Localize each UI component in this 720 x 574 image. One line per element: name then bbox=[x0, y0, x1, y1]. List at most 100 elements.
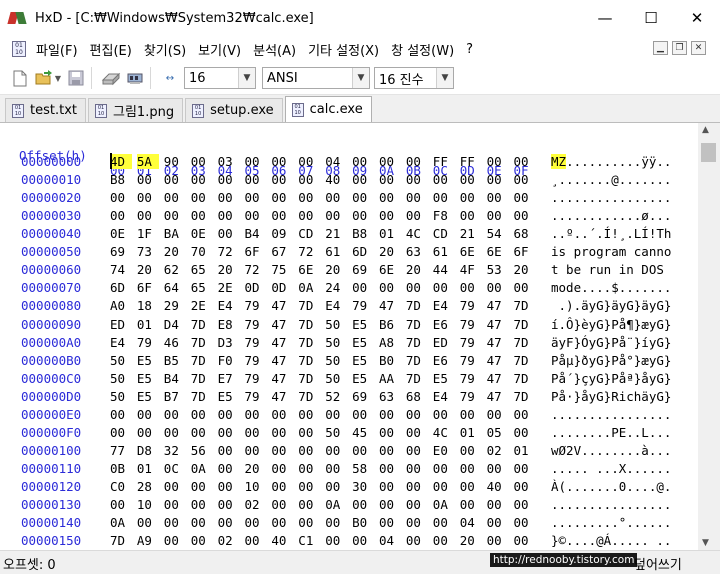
hex-byte[interactable]: 6F bbox=[514, 244, 536, 259]
hex-byte[interactable]: 00 bbox=[271, 479, 293, 494]
hex-byte[interactable]: 20 bbox=[245, 461, 267, 476]
hex-byte[interactable]: 70 bbox=[191, 244, 213, 259]
hex-byte[interactable]: 00 bbox=[433, 533, 455, 548]
ascii-text[interactable]: }©....@Á..... .. bbox=[551, 533, 671, 548]
hex-byte[interactable]: 00 bbox=[406, 533, 428, 548]
hex-byte[interactable]: 40 bbox=[487, 479, 509, 494]
hex-byte[interactable]: 6D bbox=[110, 280, 132, 295]
hex-byte[interactable]: B8 bbox=[110, 172, 132, 187]
hex-byte[interactable]: 50 bbox=[110, 389, 132, 404]
hex-byte[interactable]: 79 bbox=[460, 389, 482, 404]
hex-byte[interactable]: 00 bbox=[164, 515, 186, 530]
hex-byte[interactable]: 7D bbox=[514, 335, 536, 350]
menu-extras[interactable]: 기타 설정(X) bbox=[306, 40, 381, 59]
hex-byte[interactable]: 72 bbox=[218, 244, 240, 259]
hex-editor-view[interactable]: Offset(h) 00 01 02 03 04 05 06 07 08 09 0A 0B 0C 0D 0E… bbox=[0, 123, 698, 550]
tab-image-png[interactable]: 01 10 그림1.png bbox=[88, 98, 184, 122]
hex-byte[interactable]: 03 bbox=[218, 154, 240, 169]
hex-byte[interactable]: E5 bbox=[352, 317, 374, 332]
hex-byte[interactable]: 69 bbox=[110, 244, 132, 259]
hex-byte[interactable]: 73 bbox=[137, 244, 159, 259]
ascii-text[interactable]: ........PE..L... bbox=[551, 425, 671, 440]
hex-byte[interactable]: C1 bbox=[298, 533, 320, 548]
hex-byte[interactable]: FF bbox=[460, 154, 482, 169]
ascii-text[interactable]: På·}åyG}RichäyG} bbox=[551, 389, 671, 404]
hex-byte[interactable]: 00 bbox=[271, 443, 293, 458]
hex-byte[interactable]: 00 bbox=[191, 407, 213, 422]
hex-byte[interactable]: 00 bbox=[191, 425, 213, 440]
hex-byte[interactable]: 6E bbox=[298, 262, 320, 277]
hex-byte[interactable]: 00 bbox=[271, 172, 293, 187]
hex-byte[interactable]: 7D bbox=[110, 533, 132, 548]
ascii-text[interactable]: ..º..´.Í!¸.LÍ!Th bbox=[551, 226, 671, 241]
hex-byte[interactable]: 00 bbox=[514, 515, 536, 530]
hex-byte[interactable]: F0 bbox=[218, 353, 240, 368]
hex-byte[interactable]: 28 bbox=[137, 479, 159, 494]
hex-byte[interactable]: FF bbox=[433, 154, 455, 169]
hex-byte[interactable]: 72 bbox=[245, 262, 267, 277]
menu-analysis[interactable]: 분석(A) bbox=[251, 40, 298, 59]
hex-byte[interactable]: 1F bbox=[137, 226, 159, 241]
hex-byte[interactable]: B8 bbox=[352, 226, 374, 241]
hex-byte[interactable]: 00 bbox=[298, 479, 320, 494]
hex-byte[interactable]: 72 bbox=[298, 244, 320, 259]
hex-byte[interactable]: 7D bbox=[191, 335, 213, 350]
hex-byte[interactable]: 00 bbox=[110, 190, 132, 205]
hex-byte[interactable]: E4 bbox=[218, 298, 240, 313]
hex-byte[interactable]: 00 bbox=[218, 190, 240, 205]
hex-byte[interactable]: 47 bbox=[487, 298, 509, 313]
hex-byte[interactable]: 7D bbox=[406, 353, 428, 368]
hex-byte[interactable]: 6F bbox=[137, 280, 159, 295]
hex-byte[interactable]: 7D bbox=[298, 389, 320, 404]
hex-byte[interactable]: 47 bbox=[487, 389, 509, 404]
hex-byte[interactable]: 00 bbox=[245, 172, 267, 187]
hex-byte[interactable]: 79 bbox=[245, 317, 267, 332]
hex-byte[interactable]: 01 bbox=[379, 226, 401, 241]
hex-byte[interactable]: 79 bbox=[460, 353, 482, 368]
hex-byte[interactable]: 79 bbox=[245, 353, 267, 368]
hex-byte[interactable]: B5 bbox=[164, 353, 186, 368]
hex-byte[interactable]: 00 bbox=[164, 172, 186, 187]
hex-byte[interactable]: AA bbox=[379, 371, 401, 386]
hex-byte[interactable]: 00 bbox=[325, 515, 347, 530]
mdi-restore-button[interactable]: ❐ bbox=[672, 41, 687, 55]
hex-byte[interactable]: 00 bbox=[487, 190, 509, 205]
hex-byte[interactable]: 00 bbox=[514, 154, 536, 169]
menu-help[interactable]: ? bbox=[464, 42, 475, 57]
hex-byte[interactable]: 00 bbox=[514, 190, 536, 205]
hex-byte[interactable]: 00 bbox=[379, 172, 401, 187]
hex-byte[interactable]: B0 bbox=[352, 515, 374, 530]
ascii-text[interactable]: .).äyG}äyG}äyG} bbox=[551, 298, 672, 313]
hex-byte[interactable]: 00 bbox=[298, 172, 320, 187]
hex-byte[interactable]: 65 bbox=[191, 262, 213, 277]
menu-file[interactable]: 파일(F) bbox=[34, 40, 80, 59]
hex-byte[interactable]: 5A bbox=[136, 154, 159, 169]
hex-byte[interactable]: 79 bbox=[245, 335, 267, 350]
hex-byte[interactable]: 00 bbox=[245, 407, 267, 422]
hex-byte[interactable]: 00 bbox=[406, 190, 428, 205]
hex-byte[interactable]: 7D bbox=[298, 298, 320, 313]
menu-search[interactable]: 찾기(S) bbox=[142, 40, 188, 59]
hex-byte[interactable]: 62 bbox=[164, 262, 186, 277]
hex-byte[interactable]: 01 bbox=[137, 317, 159, 332]
ascii-text[interactable]: mode....$....... bbox=[551, 280, 671, 295]
hex-byte[interactable]: 00 bbox=[379, 208, 401, 223]
hex-byte[interactable]: 20 bbox=[379, 244, 401, 259]
hex-byte[interactable]: 00 bbox=[487, 407, 509, 422]
hex-byte[interactable]: 7D bbox=[191, 389, 213, 404]
hex-byte[interactable]: 01 bbox=[460, 425, 482, 440]
hex-byte[interactable]: 20 bbox=[137, 262, 159, 277]
hex-byte[interactable]: 00 bbox=[433, 479, 455, 494]
hex-byte[interactable]: 74 bbox=[110, 262, 132, 277]
hex-byte[interactable]: 79 bbox=[460, 298, 482, 313]
hex-byte[interactable]: 50 bbox=[325, 317, 347, 332]
hex-byte[interactable]: 00 bbox=[487, 172, 509, 187]
hex-byte[interactable]: 00 bbox=[245, 533, 267, 548]
hex-byte[interactable]: 20 bbox=[164, 244, 186, 259]
mdi-close-button[interactable]: ✕ bbox=[691, 41, 706, 55]
hex-byte[interactable]: E4 bbox=[110, 335, 132, 350]
hex-byte[interactable]: 7D bbox=[514, 317, 536, 332]
hex-byte[interactable]: 00 bbox=[352, 280, 374, 295]
hex-byte[interactable]: E5 bbox=[352, 371, 374, 386]
hex-byte[interactable]: 00 bbox=[271, 497, 293, 512]
